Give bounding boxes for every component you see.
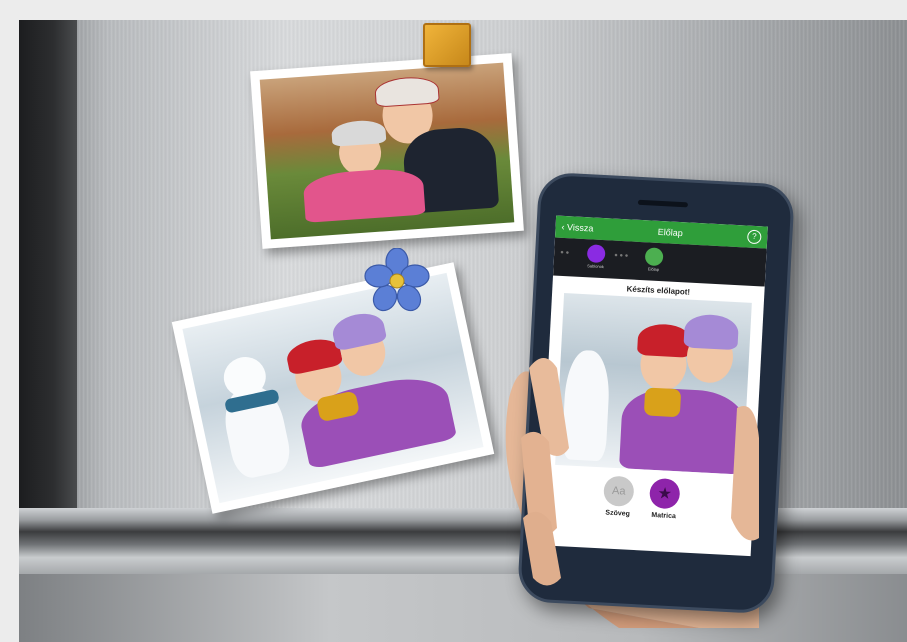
templates-icon [586,244,606,264]
photo-image-helmets [259,62,515,240]
help-icon[interactable]: ? [746,229,762,245]
girl-helmet [330,119,387,147]
step-templates[interactable]: Sablonok [583,244,608,269]
app-title: Előlap [657,226,684,239]
girl-jacket [302,166,426,223]
step-dots: ● ● [560,249,570,257]
phone-speaker [637,199,689,208]
step-cover[interactable]: Előlap [641,247,666,272]
back-button[interactable]: ‹ Vissza [561,222,593,234]
orange-square-magnet [423,23,471,67]
fridge-scene: ‹ Vissza Előlap ? ● ● Sablonok ● ● ● Elő… [19,20,907,642]
fridge-photo-helmets [250,53,524,249]
blue-flower-magnet [364,248,430,312]
step-dots: ● ● ● [613,252,629,260]
father-helmet [373,75,440,108]
hand-fingers [521,358,759,586]
cover-icon [644,247,664,267]
